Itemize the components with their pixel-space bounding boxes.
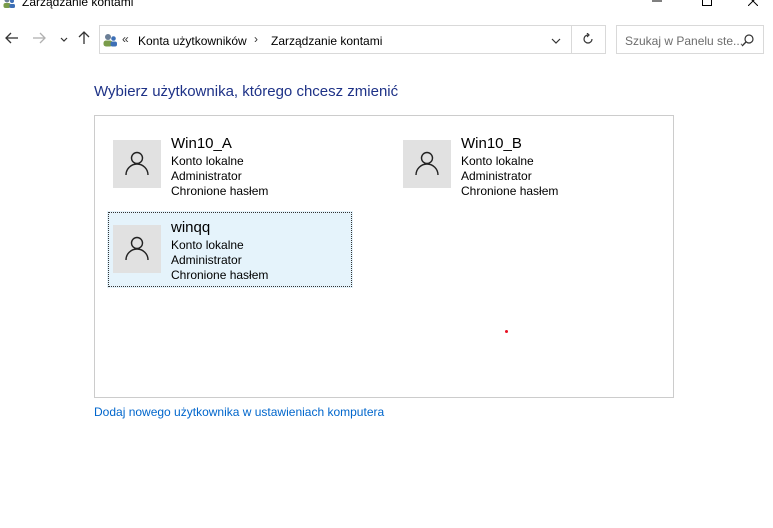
account-name: winqq: [171, 219, 211, 236]
user-icon: [124, 235, 150, 264]
account-winqq[interactable]: winqq Konto lokalne Administrator Chroni…: [107, 211, 353, 288]
title-bar: Zarządzanie kontami: [0, 0, 773, 12]
address-dropdown-button[interactable]: [546, 31, 566, 49]
forward-button[interactable]: [30, 30, 48, 48]
account-type: Konto lokalne: [461, 154, 534, 168]
breadcrumb-overflow[interactable]: «: [122, 32, 129, 46]
account-type: Konto lokalne: [171, 238, 244, 252]
search-box[interactable]: Szukaj w Panelu ste...: [616, 25, 764, 54]
add-user-link[interactable]: Dodaj nowego użytkownika w ustawieniach …: [94, 405, 384, 419]
search-icon[interactable]: [741, 33, 755, 47]
account-name: Win10_A: [171, 135, 232, 152]
page-title: Wybierz użytkownika, którego chcesz zmie…: [94, 83, 399, 100]
avatar: [113, 140, 161, 188]
account-win10-b[interactable]: Win10_B Konto lokalne Administrator Chro…: [397, 134, 643, 211]
user-icon: [124, 150, 150, 179]
account-password-status: Chronione hasłem: [171, 184, 269, 198]
back-button[interactable]: [3, 30, 21, 48]
address-divider: [571, 26, 572, 53]
window-title: Zarządzanie kontami: [22, 0, 134, 9]
account-role: Administrator: [171, 169, 242, 183]
minimize-icon: [652, 0, 662, 9]
account-win10-a[interactable]: Win10_A Konto lokalne Administrator Chro…: [107, 134, 353, 211]
account-name: Win10_B: [461, 135, 522, 152]
chevron-down-icon: [551, 33, 561, 47]
search-input[interactable]: Szukaj w Panelu ste...: [625, 34, 743, 48]
user-accounts-icon: [2, 0, 16, 10]
cursor-dot: [505, 330, 508, 333]
refresh-button[interactable]: [578, 31, 598, 49]
recent-locations-button[interactable]: [57, 30, 71, 48]
user-accounts-icon: [102, 32, 118, 48]
account-type: Konto lokalne: [171, 154, 244, 168]
account-role: Administrator: [171, 253, 242, 267]
breadcrumb-zarzadzanie-kontami[interactable]: Zarządzanie kontami: [271, 34, 382, 48]
account-password-status: Chronione hasłem: [461, 184, 559, 198]
arrow-up-icon: [78, 30, 90, 48]
breadcrumb-separator[interactable]: ›: [254, 32, 258, 46]
chevron-down-icon: [60, 32, 68, 46]
up-button[interactable]: [75, 30, 93, 48]
close-icon: [747, 0, 759, 9]
arrow-left-icon: [5, 32, 19, 47]
arrow-right-icon: [32, 32, 46, 47]
navigation-bar: « Konta użytkowników › Zarządzanie konta…: [0, 22, 773, 56]
refresh-icon: [582, 32, 594, 48]
address-bar[interactable]: « Konta użytkowników › Zarządzanie konta…: [99, 25, 606, 54]
maximize-button[interactable]: [684, 0, 730, 10]
accounts-panel: Win10_A Konto lokalne Administrator Chro…: [94, 115, 674, 398]
minimize-button[interactable]: [634, 0, 680, 10]
breadcrumb-konta-uzytkownikow[interactable]: Konta użytkowników: [138, 34, 247, 48]
account-password-status: Chronione hasłem: [171, 268, 269, 282]
maximize-icon: [702, 0, 712, 9]
avatar: [403, 140, 451, 188]
avatar: [113, 225, 161, 273]
user-icon: [414, 150, 440, 179]
account-role: Administrator: [461, 169, 532, 183]
close-button[interactable]: [730, 0, 773, 10]
